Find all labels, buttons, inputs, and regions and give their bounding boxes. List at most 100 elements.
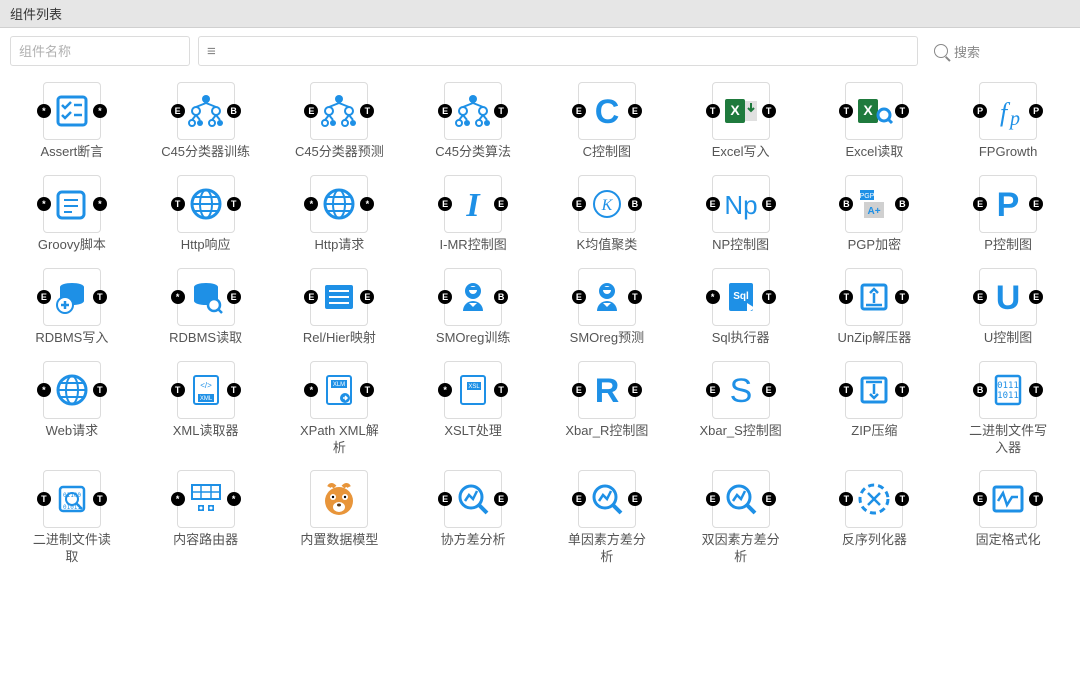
component-item[interactable]: ETRDBMS写入 — [10, 268, 134, 347]
component-icon-box: *E — [177, 268, 235, 326]
component-item[interactable]: **Http请求 — [278, 175, 402, 254]
component-item[interactable]: EEP控制图 — [946, 175, 1070, 254]
component-item[interactable]: *TXSLT处理 — [411, 361, 535, 457]
person-icon — [453, 277, 493, 317]
component-label: Xbar_R控制图 — [565, 423, 648, 440]
port-badge-left: T — [706, 104, 720, 118]
port-badge-left: T — [839, 290, 853, 304]
port-badge-left: * — [171, 492, 185, 506]
port-badge-right: E — [227, 290, 241, 304]
globe-icon — [319, 184, 359, 224]
port-badge-right: T — [895, 383, 909, 397]
component-icon-box: ** — [43, 175, 101, 233]
component-item[interactable]: EEXbar_S控制图 — [679, 361, 803, 457]
component-item[interactable]: EE单因素方差分析 — [545, 470, 669, 566]
component-item[interactable]: EBSMOreg训练 — [411, 268, 535, 347]
search-box[interactable]: 搜索 — [926, 36, 1070, 66]
component-item[interactable]: EEC控制图 — [545, 82, 669, 161]
excelWrite-icon — [721, 91, 761, 131]
component-item[interactable]: ETSMOreg预测 — [545, 268, 669, 347]
router-icon — [186, 479, 226, 519]
port-badge-right: T — [227, 197, 241, 211]
port-badge-left: * — [304, 197, 318, 211]
component-item[interactable]: BT二进制文件写入器 — [946, 361, 1070, 457]
component-item[interactable]: EBK均值聚类 — [545, 175, 669, 254]
component-icon-box: EE — [578, 361, 636, 419]
component-item[interactable]: *TSql执行器 — [679, 268, 803, 347]
port-badge-left: T — [839, 383, 853, 397]
component-icon-box: EE — [578, 470, 636, 528]
component-item[interactable]: 内置数据模型 — [278, 470, 402, 566]
component-label: XML读取器 — [173, 423, 239, 440]
port-badge-left: E — [706, 197, 720, 211]
port-badge-left: E — [973, 197, 987, 211]
component-item[interactable]: ETC45分类算法 — [411, 82, 535, 161]
component-icon-box: *T — [43, 361, 101, 419]
component-item[interactable]: EEU控制图 — [946, 268, 1070, 347]
component-item[interactable]: *ERDBMS读取 — [144, 268, 268, 347]
component-icon-box: ET — [979, 470, 1037, 528]
port-badge-right: T — [93, 290, 107, 304]
xml-icon — [186, 370, 226, 410]
component-item[interactable]: EE协方差分析 — [411, 470, 535, 566]
component-item[interactable]: EEI-MR控制图 — [411, 175, 535, 254]
component-item[interactable]: **内容路由器 — [144, 470, 268, 566]
component-item[interactable]: EBC45分类器训练 — [144, 82, 268, 161]
unzip-icon — [854, 277, 894, 317]
letterR-icon — [587, 370, 627, 410]
letterS-icon — [721, 370, 761, 410]
component-label: Groovy脚本 — [38, 237, 106, 254]
component-item[interactable]: TTUnZip解压器 — [813, 268, 937, 347]
search-label: 搜索 — [954, 42, 980, 61]
component-item[interactable]: EE Xbar_R控制图 — [545, 361, 669, 457]
component-item[interactable]: ** Groovy脚本 — [10, 175, 134, 254]
component-icon-box: *T — [712, 268, 770, 326]
component-item[interactable]: EERel/Hier映射 — [278, 268, 402, 347]
component-label: Assert断言 — [40, 144, 103, 161]
zip-icon — [854, 370, 894, 410]
port-badge-right: E — [762, 383, 776, 397]
wave-icon — [988, 479, 1028, 519]
component-item[interactable]: TTZIP压缩 — [813, 361, 937, 457]
component-item[interactable]: BBPGP加密 — [813, 175, 937, 254]
component-icon-box: ** — [43, 82, 101, 140]
xlm-icon — [319, 370, 359, 410]
component-item[interactable]: *T Web请求 — [10, 361, 134, 457]
tree-icon — [453, 91, 493, 131]
component-label: Web请求 — [46, 423, 99, 440]
component-label: K均值聚类 — [577, 237, 638, 254]
component-label: XSLT处理 — [444, 423, 502, 440]
component-item[interactable]: PPFPGrowth — [946, 82, 1070, 161]
component-label: XPath XML解析 — [294, 423, 384, 457]
port-badge-right: * — [93, 197, 107, 211]
port-badge-right: E — [494, 492, 508, 506]
component-label: Rel/Hier映射 — [303, 330, 376, 347]
port-badge-left: E — [438, 492, 452, 506]
letterK-icon — [587, 184, 627, 224]
port-badge-right: T — [895, 104, 909, 118]
component-name-input[interactable] — [10, 36, 190, 66]
checklist-icon — [52, 91, 92, 131]
component-item[interactable]: ETC45分类器预测 — [278, 82, 402, 161]
component-item[interactable]: EE双因素方差分析 — [679, 470, 803, 566]
component-item[interactable]: ** Assert断言 — [10, 82, 134, 161]
port-badge-left: E — [706, 492, 720, 506]
dbSearch-icon — [186, 277, 226, 317]
port-badge-right: E — [628, 104, 642, 118]
component-label: 二进制文件写入器 — [963, 423, 1053, 457]
component-item[interactable]: TTHttp响应 — [144, 175, 268, 254]
component-item[interactable]: TTExcel读取 — [813, 82, 937, 161]
component-item[interactable]: ET固定格式化 — [946, 470, 1070, 566]
component-item[interactable]: EENP控制图 — [679, 175, 803, 254]
component-icon-box: ET — [43, 268, 101, 326]
port-badge-left: E — [572, 383, 586, 397]
component-item[interactable]: *TXPath XML解析 — [278, 361, 402, 457]
component-icon-box: PP — [979, 82, 1037, 140]
component-item[interactable]: TTExcel写入 — [679, 82, 803, 161]
component-icon-box: EE — [444, 175, 502, 233]
component-item[interactable]: TT反序列化器 — [813, 470, 937, 566]
component-icon-box: EE — [979, 175, 1037, 233]
component-item[interactable]: TTXML读取器 — [144, 361, 268, 457]
component-item[interactable]: TT二进制文件读取 — [10, 470, 134, 566]
component-type-select[interactable]: ≡ — [198, 36, 918, 66]
